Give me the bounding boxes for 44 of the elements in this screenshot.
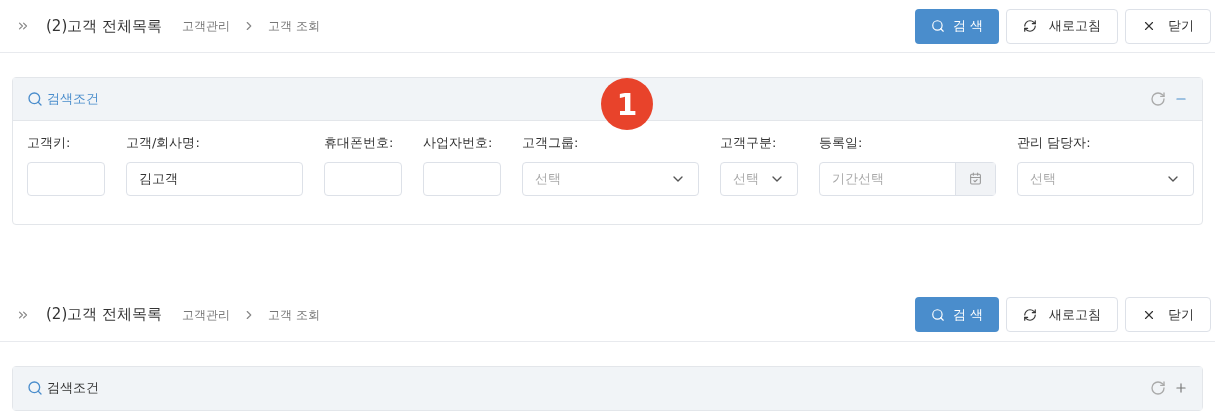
text-field[interactable] — [27, 161, 105, 196]
select-dropdown[interactable]: 선택 — [720, 161, 798, 196]
field-label: 고객구분: — [720, 134, 778, 152]
text-field[interactable]: 김고객 — [126, 161, 303, 196]
breadcrumb-item[interactable]: 고객 조회 — [268, 305, 320, 324]
breadcrumb-item[interactable]: 고객관리 — [182, 305, 230, 324]
reset-icon[interactable] — [1150, 380, 1166, 396]
close-icon — [1142, 19, 1156, 33]
field-label: 휴대폰번호: — [324, 134, 395, 152]
field-label: 사업자번호: — [423, 134, 494, 152]
select-dropdown[interactable]: 선택 — [522, 161, 699, 196]
double-chevron-icon[interactable] — [16, 19, 30, 33]
breadcrumb-item[interactable]: 고객 조회 — [268, 17, 320, 35]
refresh-icon — [1023, 19, 1037, 33]
breadcrumb-item[interactable]: 고객관리 — [182, 17, 230, 35]
select-dropdown[interactable]: 선택 — [1017, 161, 1194, 196]
text-field[interactable] — [324, 161, 402, 196]
search-button[interactable]: 검 색 — [914, 8, 999, 44]
close-button[interactable]: 닫기 — [1125, 8, 1211, 44]
field-label: 등록일: — [819, 134, 864, 152]
expand-icon[interactable] — [1174, 381, 1188, 395]
refresh-button[interactable]: 새로고침 — [1006, 8, 1118, 44]
search-icon — [930, 19, 945, 33]
field-label: 고객그룹: — [522, 134, 580, 152]
calendar-icon — [969, 172, 982, 185]
search-icon — [27, 380, 43, 396]
field-label: 관리 담당자: — [1017, 134, 1092, 152]
search-icon — [27, 91, 43, 107]
field-label: 고객키: — [27, 134, 72, 152]
search-button[interactable]: 검 색 — [914, 297, 999, 332]
panel-title: 검색조건 — [47, 90, 99, 109]
panel-header[interactable]: 검색조건 — [13, 366, 1202, 410]
text-field[interactable] — [423, 161, 501, 196]
close-button[interactable]: 닫기 — [1125, 297, 1211, 332]
calendar-button[interactable] — [955, 162, 995, 195]
refresh-button[interactable]: 새로고침 — [1006, 297, 1118, 332]
page-title: (2)고객 전체목록 — [46, 15, 162, 37]
page-title: (2)고객 전체목록 — [46, 304, 162, 326]
date-range-field[interactable]: 기간선택 — [819, 161, 996, 196]
field-label: 고객/회사명: — [126, 134, 201, 152]
search-icon — [930, 307, 945, 322]
reset-icon[interactable] — [1150, 91, 1166, 107]
refresh-icon — [1023, 307, 1037, 322]
panel-title: 검색조건 — [47, 379, 99, 398]
